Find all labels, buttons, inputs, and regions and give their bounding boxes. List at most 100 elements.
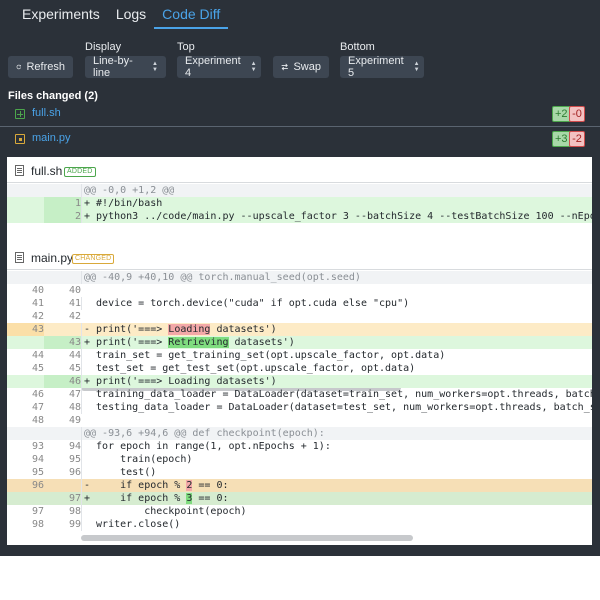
deletions-badge: -0 xyxy=(569,106,585,122)
old-line-number: 98 xyxy=(31,519,44,530)
new-line-number: 98 xyxy=(68,506,81,517)
diff-hunk-header: @@ -40,9 +40,10 @@ torch.manual_seed(opt… xyxy=(7,271,592,284)
line-code: checkpoint(epoch) xyxy=(81,505,247,518)
old-line-number: 43 xyxy=(7,323,44,336)
old-line-number: 42 xyxy=(31,311,44,322)
select-arrows-icon: ▲ ▼ xyxy=(413,61,420,73)
diff-file-header: main.py CHANGED xyxy=(7,246,592,270)
diff-line: 44 44 train_set = get_training_set(opt.up… xyxy=(7,349,592,362)
line-code: test() xyxy=(81,466,156,479)
diff-line: 94 95 train(epoch) xyxy=(7,453,592,466)
new-line-number: 43 xyxy=(44,336,81,349)
file-row-main-py[interactable]: main.py +3 -2 xyxy=(0,128,600,152)
new-line-number: 48 xyxy=(68,402,81,413)
line-code: @@ -93,6 +94,6 @@ def checkpoint(epoch): xyxy=(81,427,325,440)
old-line-number: 95 xyxy=(31,467,44,478)
tab-code-diff[interactable]: Code Diff xyxy=(154,5,229,29)
diff-line: 47 48 testing_data_loader = DataLoader(da… xyxy=(7,401,592,414)
old-line-number: 94 xyxy=(31,454,44,465)
line-code: device = torch.device("cuda" if opt.cuda… xyxy=(81,297,409,310)
new-line-number: 40 xyxy=(68,285,81,296)
diff-line: 97 98 checkpoint(epoch) xyxy=(7,505,592,518)
top-select[interactable]: Experiment 4 ▲ ▼ xyxy=(177,55,261,79)
diff-line: 42 42 xyxy=(7,310,592,323)
diff-file-header: full.sh ADDED xyxy=(7,159,592,183)
bottom-value: Experiment 5 xyxy=(348,55,404,79)
file-row-full-sh[interactable]: full.sh +2 -0 xyxy=(0,103,600,127)
line-code: + if epoch % 3 == 0: xyxy=(81,492,229,505)
diff-file-name: main.py xyxy=(31,251,74,265)
horizontal-scrollbar[interactable] xyxy=(81,535,413,541)
display-select[interactable]: Line-by-line ▲ ▼ xyxy=(85,55,166,79)
new-line-number: 96 xyxy=(68,467,81,478)
code-text: - print('===> xyxy=(84,324,169,335)
diff-line: 2 + python3 ../code/main.py --upscale_fac… xyxy=(7,210,592,223)
diff-line: 46 + print('===> Loading datasets') xyxy=(7,375,592,388)
new-line-number: 41 xyxy=(68,298,81,309)
line-code: test_set = get_test_set(opt.upscale_fact… xyxy=(81,362,415,375)
app-window: Experiments Logs Code Diff Display Top B… xyxy=(0,0,600,556)
refresh-button[interactable]: Refresh xyxy=(8,56,73,78)
diff-line: 97 + if epoch % 3 == 0: xyxy=(7,492,592,505)
file-link[interactable]: full.sh xyxy=(32,107,61,119)
main-tabs: Experiments Logs Code Diff xyxy=(14,5,229,29)
tab-logs[interactable]: Logs xyxy=(108,5,154,29)
new-line-number: 95 xyxy=(68,454,81,465)
diff-line: 40 40 xyxy=(7,284,592,297)
line-code: for epoch in range(1, opt.nEpochs + 1): xyxy=(81,440,331,453)
new-line-number: 94 xyxy=(68,441,81,452)
swap-icon xyxy=(281,63,288,71)
changed-word-highlight: Loading xyxy=(168,324,211,335)
select-arrows-icon: ▲ ▼ xyxy=(250,61,257,73)
code-text: datasets') xyxy=(228,337,295,348)
diff-line: 43 - print('===> Loading datasets') xyxy=(7,323,592,336)
top-label: Top xyxy=(177,41,195,53)
additions-badge: +2 xyxy=(552,106,571,122)
swap-label: Swap xyxy=(293,61,321,73)
file-link[interactable]: main.py xyxy=(32,132,71,144)
line-code: training_data_loader = DataLoader(datase… xyxy=(81,388,592,401)
display-value: Line-by-line xyxy=(93,55,133,79)
new-line-number: 44 xyxy=(68,350,81,361)
file-icon xyxy=(15,165,24,176)
bottom-label: Bottom xyxy=(340,41,375,53)
old-line-number: 96 xyxy=(7,479,44,492)
files-changed-title: Files changed (2) xyxy=(8,90,98,102)
diff-line: 48 49 xyxy=(7,414,592,427)
line-code: - print('===> Loading datasets') xyxy=(81,323,277,336)
code-text: == 0: xyxy=(192,480,229,491)
new-line-number: 49 xyxy=(68,415,81,426)
diff-hunk-header: @@ -0,0 +1,2 @@ xyxy=(7,184,592,197)
old-line-number: 97 xyxy=(31,506,44,517)
diff-hunk-header: @@ -93,6 +94,6 @@ def checkpoint(epoch): xyxy=(7,427,592,440)
old-line-number: 48 xyxy=(31,415,44,426)
line-code: train(epoch) xyxy=(81,453,192,466)
line-code: @@ -0,0 +1,2 @@ xyxy=(81,184,174,197)
diff-line: 43 + print('===> Retrieving datasets') xyxy=(7,336,592,349)
display-label: Display xyxy=(85,41,122,53)
old-line-number: 93 xyxy=(31,441,44,452)
tab-experiments[interactable]: Experiments xyxy=(14,5,108,29)
diff-file-name: full.sh xyxy=(31,164,63,178)
file-icon xyxy=(15,252,24,263)
diff-line: 46 47 training_data_loader = DataLoader(d… xyxy=(7,388,592,401)
old-line-number: 46 xyxy=(31,389,44,400)
diff-line: 41 41 device = torch.device("cuda" if opt… xyxy=(7,297,592,310)
select-arrows-icon: ▲ ▼ xyxy=(152,61,158,73)
changed-word-highlight: Retrieving xyxy=(168,337,229,348)
swap-button[interactable]: Swap xyxy=(273,56,329,78)
code-text: + if epoch % xyxy=(84,493,187,504)
diff-line: 95 96 test() xyxy=(7,466,592,479)
top-value: Experiment 4 xyxy=(185,55,241,79)
old-line-number: 44 xyxy=(31,350,44,361)
file-added-icon xyxy=(15,109,25,119)
diff-line: 1 + #!/bin/bash xyxy=(7,197,592,210)
new-line-number: 47 xyxy=(68,389,81,400)
bottom-select[interactable]: Experiment 5 ▲ ▼ xyxy=(340,55,424,79)
code-text: datasets') xyxy=(210,324,277,335)
additions-badge: +3 xyxy=(552,131,571,147)
diff-line: 98 99 writer.close() xyxy=(7,518,592,531)
diff-panel: full.sh ADDED @@ -0,0 +1,2 @@ 1 + #!/bin/b… xyxy=(7,157,592,545)
refresh-label: Refresh xyxy=(26,61,65,73)
line-code: writer.close() xyxy=(81,518,180,531)
